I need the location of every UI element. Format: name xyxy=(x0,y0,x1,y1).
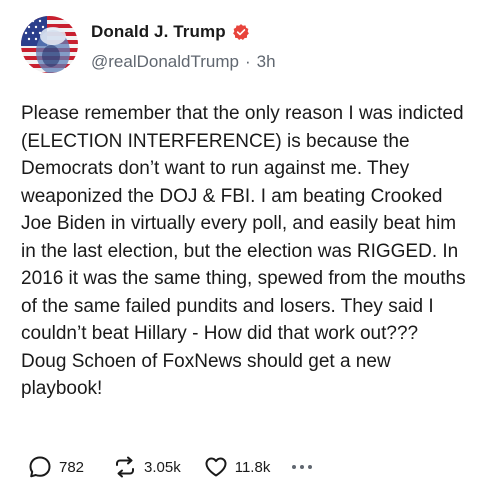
verified-badge-icon xyxy=(232,23,250,41)
more-icon-dot xyxy=(308,465,313,469)
reply-button[interactable]: 782 xyxy=(27,454,84,480)
like-button[interactable]: 11.8k xyxy=(203,454,271,480)
like-count: 11.8k xyxy=(234,458,271,476)
heart-icon xyxy=(203,454,229,480)
more-icon xyxy=(292,465,297,469)
author-handle[interactable]: @realDonaldTrump xyxy=(91,52,239,72)
retruth-button[interactable]: 3.05k xyxy=(112,454,181,480)
author-name-row: Donald J. Trump xyxy=(91,20,250,44)
author-display-name[interactable]: Donald J. Trump xyxy=(91,22,226,42)
avatar-image xyxy=(21,16,78,73)
reply-count: 782 xyxy=(59,458,85,476)
retruth-icon xyxy=(112,454,138,480)
author-meta-row: @realDonaldTrump · 3h xyxy=(91,52,276,72)
post-body-text: Please remember that the only reason I w… xyxy=(21,103,466,399)
more-icon-dot xyxy=(300,465,305,469)
meta-separator: · xyxy=(244,52,251,71)
post-card: Donald J. Trump @realDonaldTrump · 3h Pl… xyxy=(0,0,477,500)
retruth-count: 3.05k xyxy=(144,458,181,476)
post-actions-bar: 782 3.05k 11.8k xyxy=(27,453,316,481)
post-timestamp[interactable]: 3h xyxy=(257,52,276,72)
reply-icon xyxy=(27,454,53,480)
avatar[interactable] xyxy=(21,16,78,73)
more-options-button[interactable] xyxy=(292,457,316,477)
